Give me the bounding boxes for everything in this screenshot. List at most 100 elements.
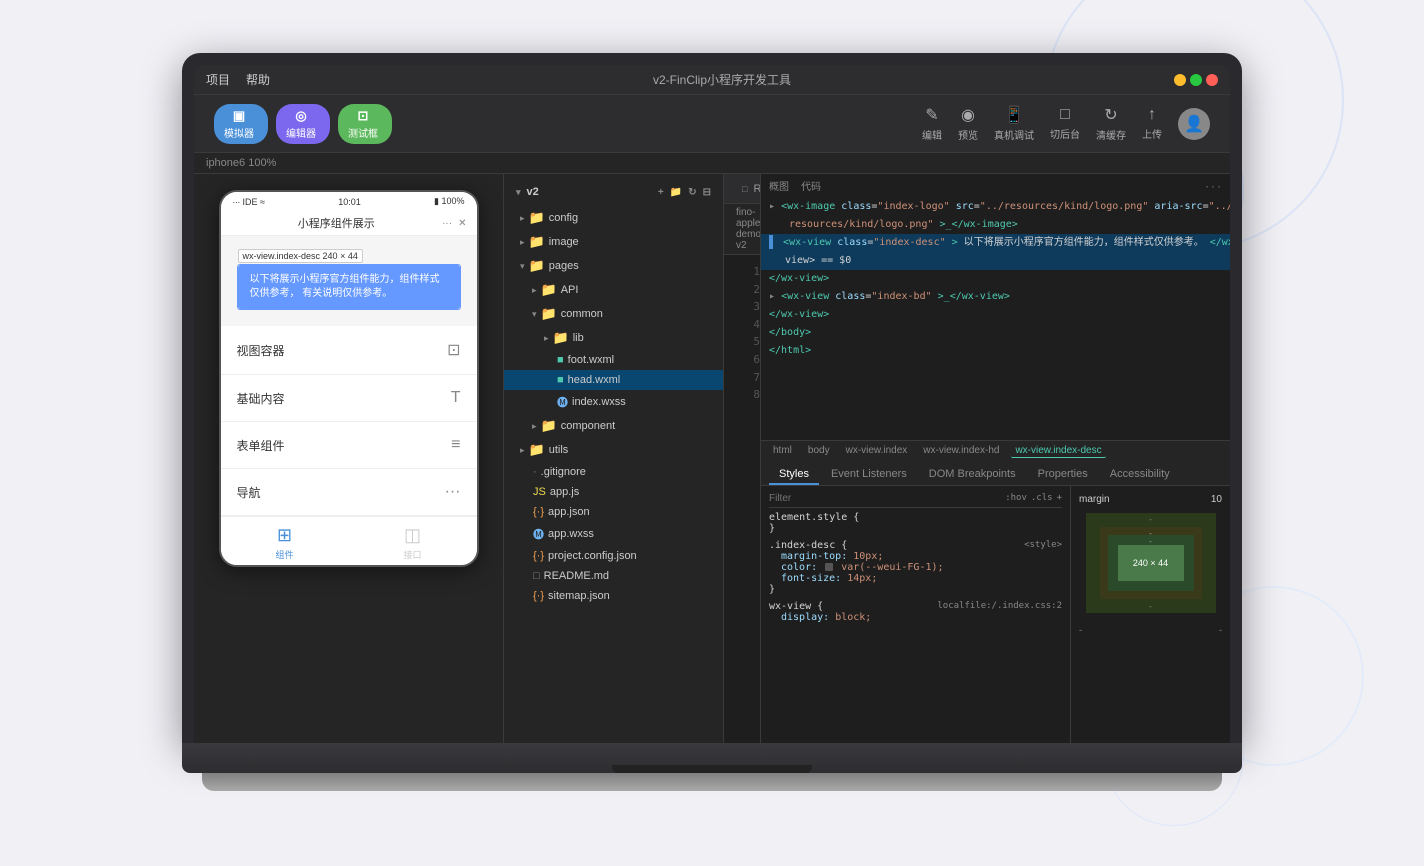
simulator-button[interactable]: ▣ 模拟器 — [214, 104, 268, 144]
list-item-2[interactable]: 基础内容 T — [221, 375, 477, 422]
filter-hint-cls[interactable]: .cls — [1031, 493, 1053, 503]
menu-help[interactable]: 帮助 — [246, 71, 270, 88]
preview-tool[interactable]: ◉ 预览 — [958, 105, 978, 142]
clear-cache-tool[interactable]: ↻ 清缓存 — [1096, 105, 1126, 142]
tree-item-readme[interactable]: □ README.md — [504, 566, 723, 586]
line-num-2: 2 — [732, 281, 760, 299]
style-rule-index-desc-closing: } — [769, 584, 1062, 595]
phone-app-title: 小程序组件展示 — [298, 215, 375, 231]
code-line-5: 5 <view wx:if="{{desc}}" class="page-hea… — [724, 333, 760, 351]
list-item-3[interactable]: 表单组件 ≡ — [221, 422, 477, 469]
devtools-more[interactable]: ··· — [1204, 180, 1222, 196]
styles-filter-input[interactable] — [769, 493, 999, 504]
edit-tool[interactable]: ✎ 编辑 — [922, 105, 942, 142]
device-debug-label: 真机调试 — [994, 127, 1034, 142]
style-rule-wx-view-header: wx-view { localfile:/.index.css:2 — [769, 601, 1062, 612]
filter-hint-plus[interactable]: + — [1057, 493, 1062, 503]
styles-content: :hov .cls + element.style { — [761, 486, 1230, 744]
new-file-icon[interactable]: + — [658, 187, 664, 198]
status-time: 10:01 — [338, 197, 361, 207]
tree-item-lib[interactable]: 📁 lib — [504, 326, 723, 350]
maximize-button[interactable] — [1190, 74, 1202, 86]
sel-wx-view-index[interactable]: wx-view.index — [842, 444, 912, 458]
tree-item-project-config[interactable]: {·} project.config.json — [504, 546, 723, 566]
readme-icon: □ — [533, 570, 540, 582]
sel-wx-view-index-hd[interactable]: wx-view.index-hd — [919, 444, 1003, 458]
menu-project[interactable]: 项目 — [206, 71, 230, 88]
simulator-label: 模拟器 — [224, 125, 254, 140]
device-debug-tool[interactable]: 📱 真机调试 — [994, 105, 1034, 142]
tree-item-index-wxss[interactable]: 🅜 index.wxss — [504, 390, 723, 414]
nav-item-api[interactable]: ◫ 接口 — [403, 525, 421, 561]
user-avatar[interactable]: 👤 — [1178, 108, 1210, 140]
list-item-4[interactable]: 导航 ··· — [221, 469, 477, 516]
sel-wx-view-index-desc[interactable]: wx-view.index-desc — [1011, 444, 1105, 458]
tree-item-pages[interactable]: 📁 pages — [504, 254, 723, 278]
new-folder-icon[interactable]: 📁 — [670, 187, 682, 198]
devtools-html-view[interactable]: 概图 代码 ··· ▸ <wx-image class="index-logo"… — [761, 174, 1230, 440]
line-num-8: 8 — [732, 386, 760, 404]
component-folder-icon: 📁 — [541, 418, 557, 434]
test-button[interactable]: ⊡ 测试框 — [338, 104, 392, 144]
list-label-2: 基础内容 — [237, 390, 285, 407]
list-item-1[interactable]: 视图容器 ⊡ — [221, 326, 477, 375]
overview-tab[interactable]: 概图 — [769, 180, 789, 196]
menu-bar: 项目 帮助 — [206, 71, 270, 88]
minimize-button[interactable] — [1174, 74, 1186, 86]
devtools-header-row: 概图 代码 ··· — [761, 178, 1230, 198]
title-bar: 项目 帮助 v2-FinClip小程序开发工具 — [194, 65, 1230, 95]
tree-item-component[interactable]: 📁 component — [504, 414, 723, 438]
tree-item-config[interactable]: 📁 config — [504, 206, 723, 230]
utils-folder-icon: 📁 — [529, 442, 545, 458]
code-tab[interactable]: 代码 — [801, 180, 821, 196]
tree-item-api[interactable]: 📁 API — [504, 278, 723, 302]
code-line-7: 7 </template> — [724, 369, 760, 387]
tree-item-head-wxml[interactable]: ■ head.wxml — [504, 370, 723, 390]
styles-tabs: Styles Event Listeners DOM Breakpoints P… — [761, 461, 1230, 486]
tree-item-app-js[interactable]: JS app.js — [504, 482, 723, 502]
tree-item-app-json[interactable]: {·} app.json — [504, 502, 723, 522]
tree-item-foot-wxml[interactable]: ■ foot.wxml — [504, 350, 723, 370]
toolbar: ▣ 模拟器 ◎ 编辑器 ⊡ 测试框 — [194, 95, 1230, 153]
color-val: var(--weui-FG-1); — [841, 562, 943, 573]
styles-tab-styles[interactable]: Styles — [769, 465, 819, 485]
phone-content: wx-view.index-desc 240 × 44 以下将展示小程序官方组件… — [221, 236, 477, 516]
config-folder-icon: 📁 — [529, 210, 545, 226]
list-icon-2: T — [451, 389, 461, 407]
sel-html[interactable]: html — [769, 444, 796, 458]
tab-readme[interactable]: □ README.md — [732, 174, 760, 203]
image-chevron — [520, 237, 525, 248]
box-model-panel: margin 10 - - — [1070, 486, 1230, 744]
background-label: 切后台 — [1050, 126, 1080, 141]
refresh-icon[interactable]: ↻ — [688, 187, 696, 198]
filter-hint-hov[interactable]: :hov — [1005, 493, 1027, 503]
tree-item-image[interactable]: 📁 image — [504, 230, 723, 254]
upload-tool[interactable]: ↑ 上传 — [1142, 106, 1162, 141]
code-editor[interactable]: 1 <template name="head"> 2 <view class="… — [724, 255, 760, 743]
toolbar-left: ▣ 模拟器 ◎ 编辑器 ⊡ 测试框 — [214, 104, 392, 144]
editor-button[interactable]: ◎ 编辑器 — [276, 104, 330, 144]
tree-item-common[interactable]: 📁 common — [504, 302, 723, 326]
tree-item-gitignore[interactable]: · .gitignore — [504, 462, 723, 482]
styles-tab-event-listeners[interactable]: Event Listeners — [821, 465, 917, 485]
test-label: 测试框 — [348, 125, 378, 140]
sel-body[interactable]: body — [804, 444, 834, 458]
tab-readme-icon: □ — [742, 184, 747, 194]
tree-item-app-wxss[interactable]: 🅜 app.wxss — [504, 522, 723, 546]
main-content: ∙∙∙ IDE ≈ 10:01 ▮ 100% 小程序组件展示 ··· ✕ — [194, 174, 1230, 743]
close-button[interactable] — [1206, 74, 1218, 86]
code-editor-area: □ README.md ■ project.config.json ■ foot… — [724, 174, 760, 743]
styles-tab-accessibility[interactable]: Accessibility — [1100, 465, 1180, 485]
collapse-icon[interactable]: ⊟ — [703, 187, 711, 198]
tree-item-utils[interactable]: 📁 utils — [504, 438, 723, 462]
api-folder-icon: 📁 — [541, 282, 557, 298]
style-prop-color: color: var(--weui-FG-1); — [769, 562, 1062, 573]
nav-item-components[interactable]: ⊞ 组件 — [275, 525, 293, 561]
box-model-value: 10 — [1211, 494, 1222, 505]
background-tool[interactable]: □ 切后台 — [1050, 106, 1080, 141]
styles-tab-dom-breakpoints[interactable]: DOM Breakpoints — [919, 465, 1026, 485]
phone-content-inner: wx-view.index-desc 240 × 44 以下将展示小程序官方组件… — [221, 236, 477, 326]
styles-tab-properties[interactable]: Properties — [1028, 465, 1098, 485]
devtools-html-line-1: ▸ <wx-image class="index-logo" src="../r… — [761, 198, 1230, 216]
tree-item-sitemap[interactable]: {·} sitemap.json — [504, 586, 723, 606]
